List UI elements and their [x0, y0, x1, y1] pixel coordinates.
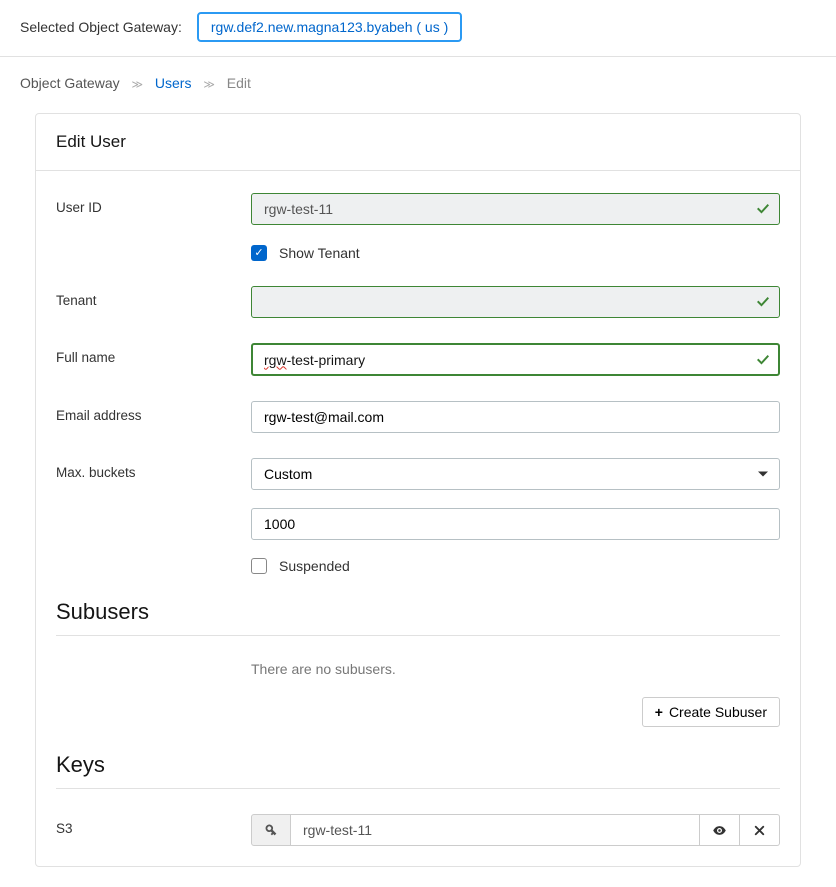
chevron-right-icon: ≫	[132, 79, 144, 91]
tenant-row: Tenant	[56, 286, 780, 318]
full-name-prefix: rgw	[264, 352, 287, 368]
user-id-label: User ID	[56, 193, 251, 215]
full-name-suffix: -test-primary	[287, 352, 366, 368]
edit-user-card: Edit User User ID ✓ Show Tenant Tenant	[35, 113, 801, 867]
full-name-field[interactable]: rgw-test-primary	[251, 343, 780, 376]
gateway-value: rgw.def2.new.magna123.byabeh ( us )	[211, 19, 448, 35]
subusers-spacer	[56, 661, 251, 668]
view-key-button[interactable]	[700, 814, 740, 846]
eye-icon	[712, 823, 727, 838]
max-buckets-row: Max. buckets Suspended	[56, 458, 780, 574]
keys-section: Keys S3	[56, 752, 780, 846]
gateway-label: Selected Object Gateway:	[20, 19, 182, 35]
max-buckets-mode-select[interactable]	[251, 458, 780, 490]
subusers-section: Subusers There are no subusers. + Create…	[56, 599, 780, 737]
show-tenant-label: Show Tenant	[279, 245, 360, 261]
tenant-field	[251, 286, 780, 318]
full-name-label: Full name	[56, 343, 251, 365]
check-icon	[755, 294, 771, 310]
key-icon	[264, 823, 279, 838]
max-buckets-value-field[interactable]	[251, 508, 780, 540]
page-title: Edit User	[36, 114, 800, 171]
s3-label: S3	[56, 814, 251, 836]
breadcrumb-users-link[interactable]: Users	[155, 75, 192, 91]
show-tenant-checkbox[interactable]: ✓	[251, 245, 267, 261]
check-icon	[755, 352, 771, 368]
check-icon	[755, 201, 771, 217]
create-subuser-label: Create Subuser	[669, 704, 767, 720]
suspended-checkbox-row: Suspended	[251, 558, 780, 574]
section-divider	[56, 635, 780, 636]
s3-key-field	[291, 814, 700, 846]
plus-icon: +	[655, 704, 663, 720]
create-subuser-button[interactable]: + Create Subuser	[642, 697, 780, 727]
tenant-label: Tenant	[56, 286, 251, 308]
breadcrumb-current: Edit	[227, 75, 251, 91]
user-id-row: User ID ✓ Show Tenant	[56, 193, 780, 261]
gateway-selector-row: Selected Object Gateway: rgw.def2.new.ma…	[0, 0, 836, 57]
keys-title: Keys	[56, 752, 780, 778]
suspended-checkbox[interactable]	[251, 558, 267, 574]
breadcrumb-root: Object Gateway	[20, 75, 120, 91]
gateway-select[interactable]: rgw.def2.new.magna123.byabeh ( us )	[197, 12, 462, 42]
max-buckets-label: Max. buckets	[56, 458, 251, 480]
delete-key-button[interactable]	[740, 814, 780, 846]
breadcrumb: Object Gateway ≫ Users ≫ Edit	[0, 57, 836, 113]
email-field[interactable]	[251, 401, 780, 433]
close-icon	[752, 823, 767, 838]
subusers-title: Subusers	[56, 599, 780, 625]
no-subusers-text: There are no subusers.	[251, 661, 780, 677]
user-id-field	[251, 193, 780, 225]
show-tenant-checkbox-row: ✓ Show Tenant	[251, 245, 780, 261]
suspended-label: Suspended	[279, 558, 350, 574]
section-divider	[56, 788, 780, 789]
email-label: Email address	[56, 401, 251, 423]
check-icon: ✓	[254, 248, 263, 259]
chevron-right-icon: ≫	[203, 79, 215, 91]
full-name-row: Full name rgw-test-primary	[56, 343, 780, 376]
email-row: Email address	[56, 401, 780, 433]
key-addon	[251, 814, 291, 846]
s3-key-group	[251, 814, 780, 846]
